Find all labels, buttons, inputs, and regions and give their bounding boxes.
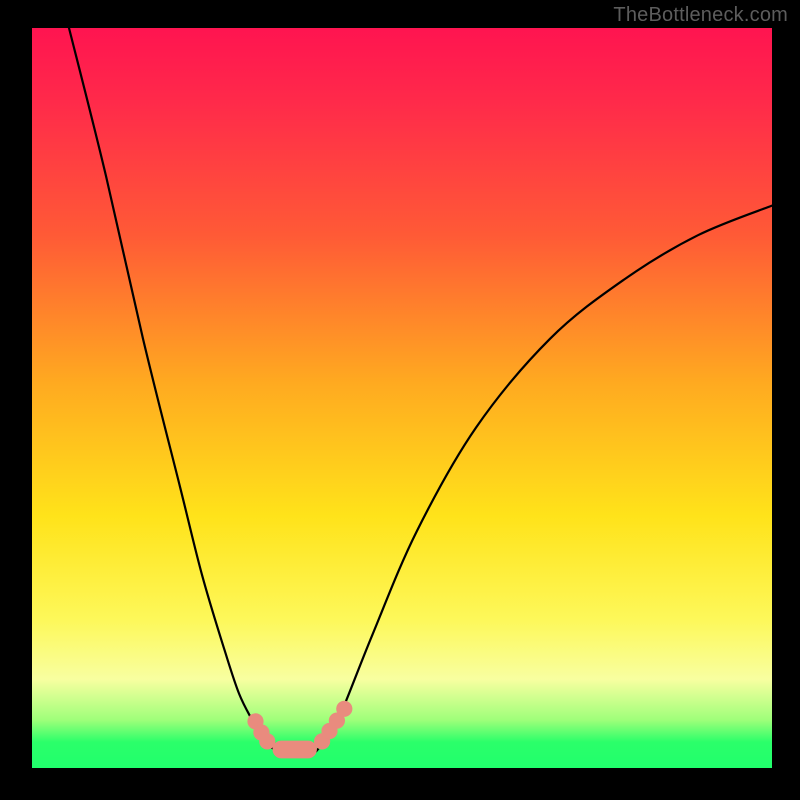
bottleneck-curve (69, 28, 772, 754)
watermark-label: TheBottleneck.com (613, 4, 788, 27)
chart-svg (32, 28, 772, 768)
marker-dot (336, 701, 352, 717)
chart-stage: TheBottleneck.com (0, 0, 800, 800)
curve-markers (247, 701, 352, 759)
marker-pill (273, 741, 317, 759)
plot-frame (32, 28, 772, 768)
marker-dot (259, 733, 275, 749)
